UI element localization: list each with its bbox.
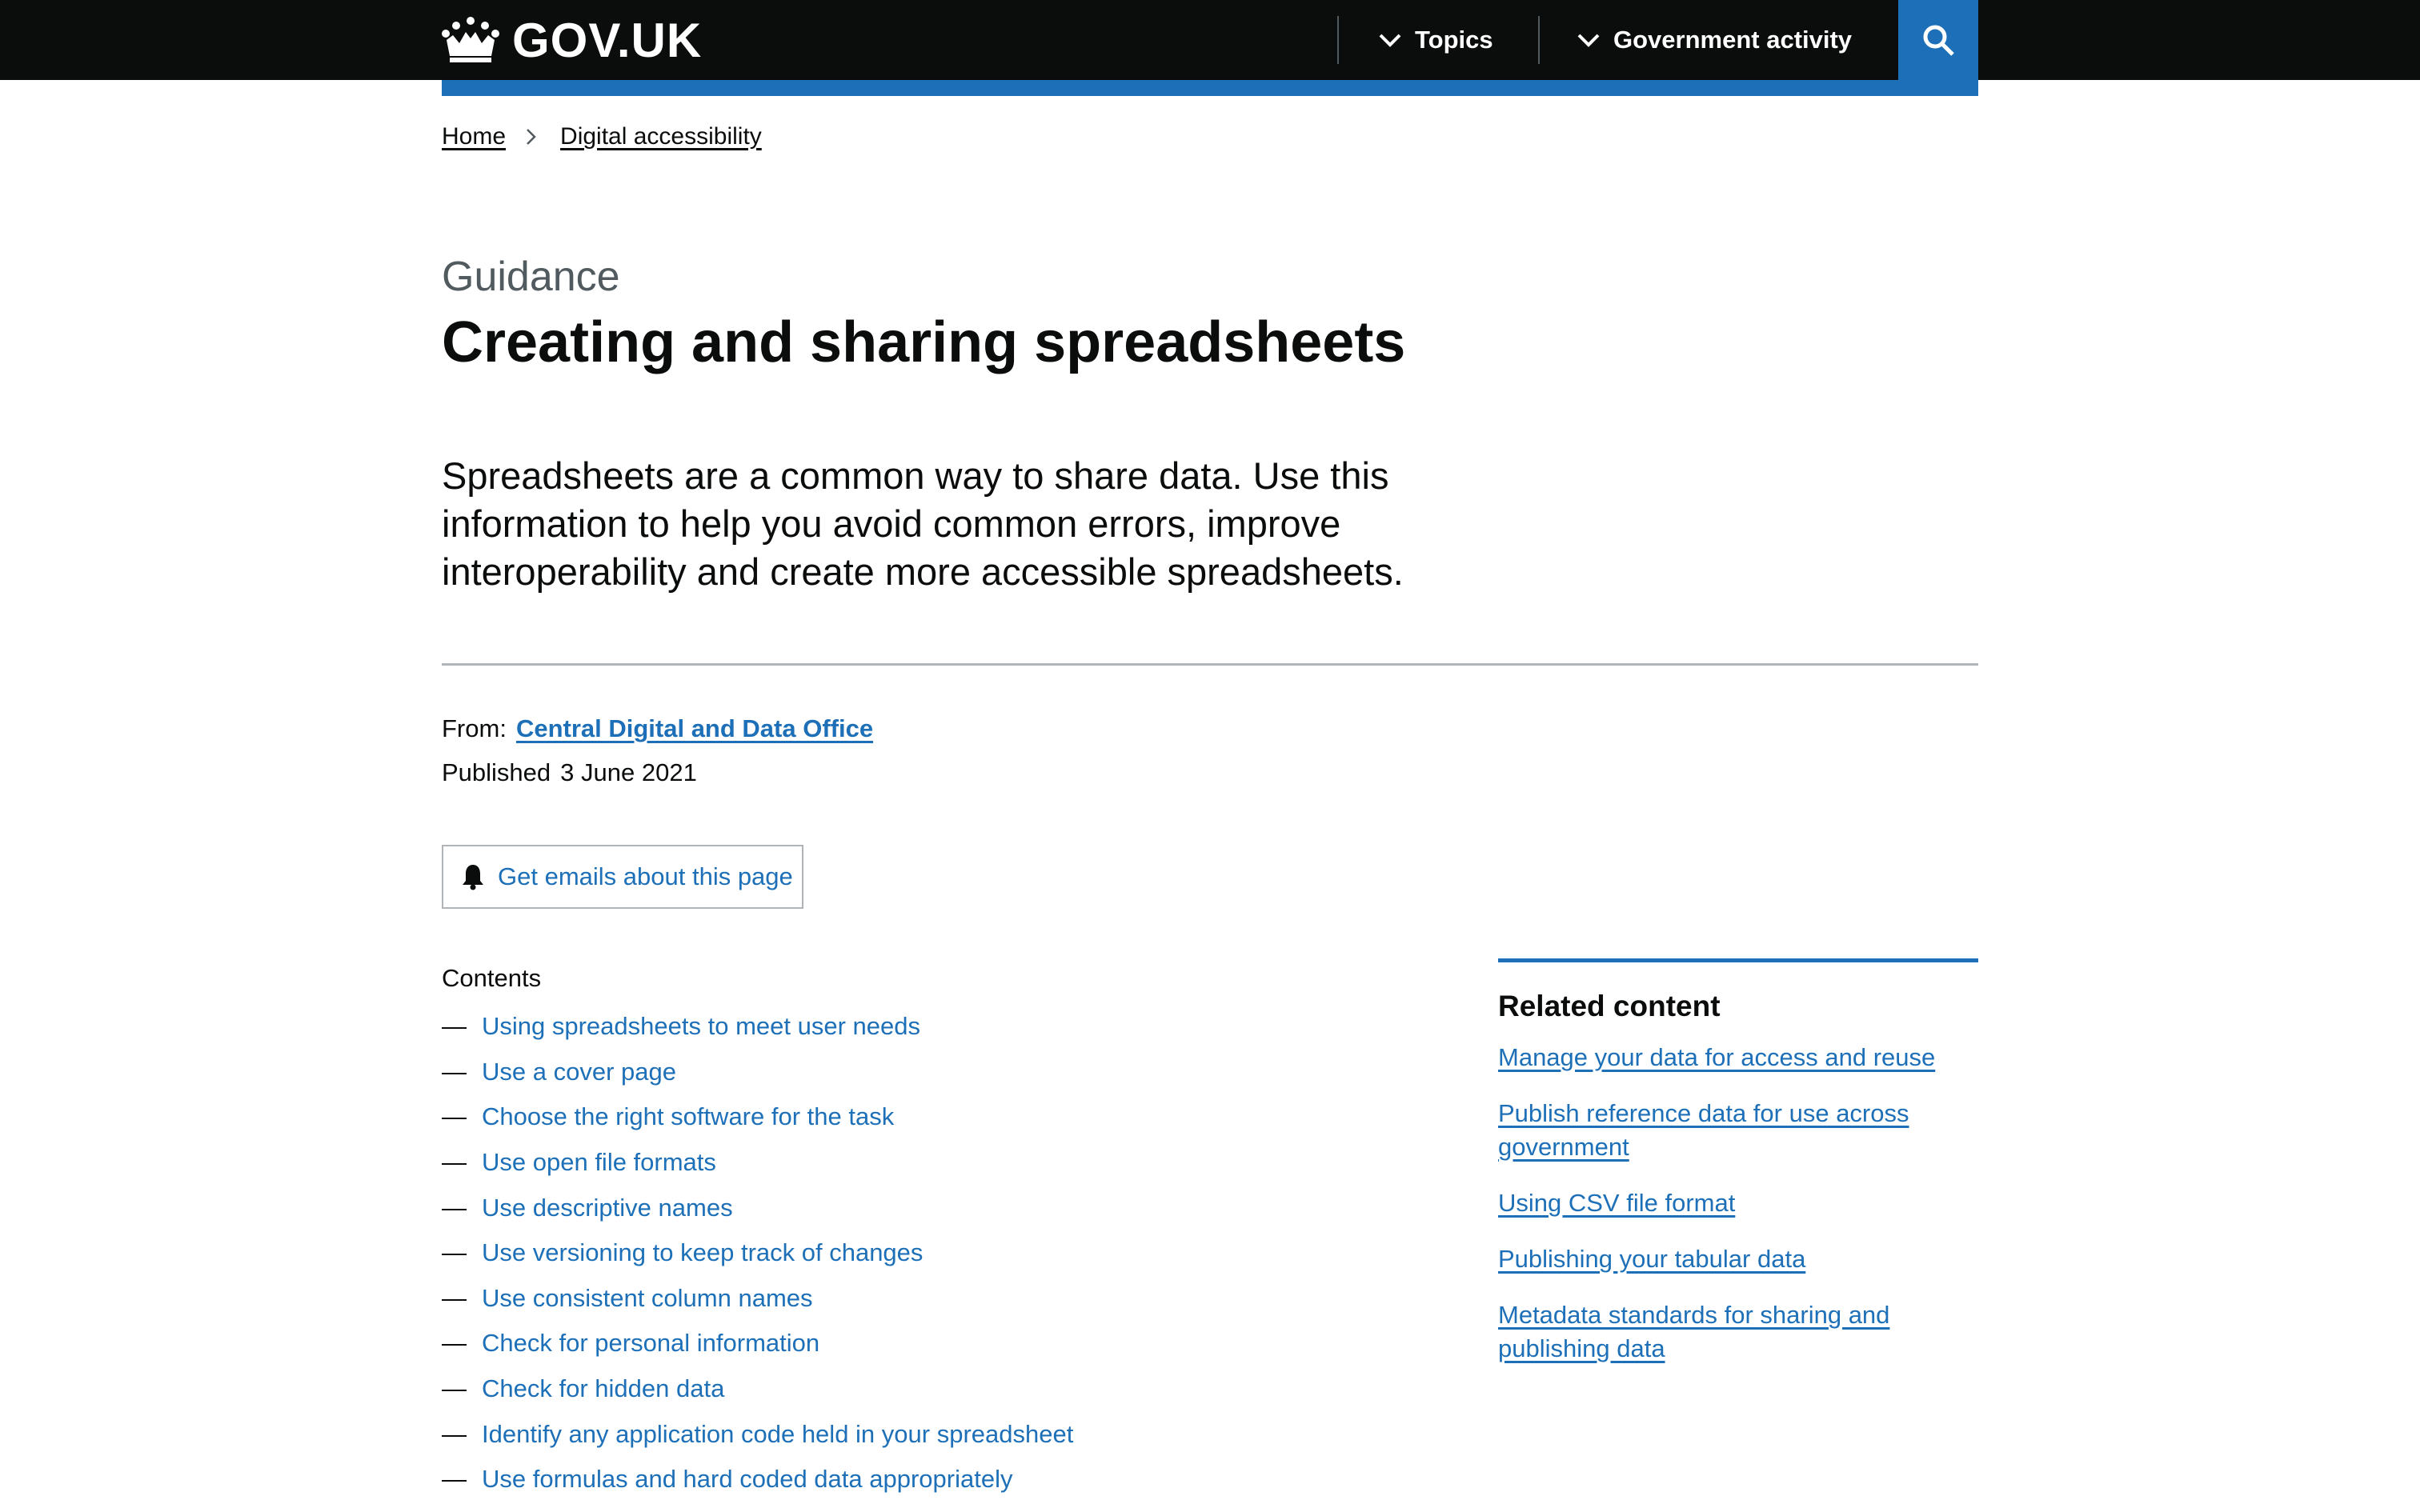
list-dash: —	[442, 1193, 467, 1222]
related-link[interactable]: Manage your data for access and reuse	[1498, 1043, 1935, 1071]
related-links-list: Manage your data for access and reuse Pu…	[1498, 1041, 1978, 1366]
contents-item: — Use formulas and hard coded data approp…	[442, 1457, 1073, 1502]
site-header: GOV.UK Topics Government activity	[0, 0, 2420, 80]
breadcrumb: Home Digital accessibility	[442, 120, 762, 154]
contents-item: — Use a cover page	[442, 1050, 1073, 1095]
metadata-published: Published 3 June 2021	[442, 758, 697, 787]
nav-divider	[1337, 16, 1339, 64]
search-icon	[1923, 25, 1954, 56]
get-emails-label: Get emails about this page	[498, 862, 793, 890]
from-label: From:	[442, 714, 507, 742]
contents-link[interactable]: Check for personal information	[482, 1329, 819, 1358]
contents-link[interactable]: Identify any application code held in yo…	[482, 1420, 1073, 1449]
published-date: 3 June 2021	[560, 758, 697, 786]
related-item: Publish reference data for use across go…	[1498, 1097, 1978, 1164]
list-dash: —	[442, 1012, 467, 1041]
contents-item: — Using spreadsheets to meet user needs	[442, 1004, 1073, 1050]
contents-link[interactable]: Choose the right software for the task	[482, 1102, 894, 1131]
crown-icon	[442, 17, 499, 62]
contents-link[interactable]: Check for hidden data	[482, 1374, 724, 1403]
list-dash: —	[442, 1465, 467, 1494]
contents-item: — Use versioning to keep track of changes	[442, 1230, 1073, 1276]
contents-item: — Use open file formats	[442, 1140, 1073, 1186]
section-divider	[442, 663, 1978, 666]
contents-item: — Check for personal information	[442, 1321, 1073, 1366]
contents-link[interactable]: Use consistent column names	[482, 1284, 813, 1313]
related-item: Metadata standards for sharing and publi…	[1498, 1298, 1978, 1366]
contents-item: — Choose the right software for the task	[442, 1094, 1073, 1140]
related-item: Manage your data for access and reuse	[1498, 1041, 1978, 1074]
list-dash: —	[442, 1283, 467, 1312]
list-dash: —	[442, 1419, 467, 1448]
contents-link[interactable]: Use versioning to keep track of changes	[482, 1238, 923, 1267]
nav-topics-label: Topics	[1415, 26, 1493, 54]
page-title: Creating and sharing spreadsheets	[442, 310, 1406, 374]
related-link[interactable]: Publishing your tabular data	[1498, 1245, 1805, 1273]
chevron-right-icon	[520, 126, 543, 148]
chevron-down-icon	[1379, 34, 1401, 47]
contents-link[interactable]: Use descriptive names	[482, 1194, 733, 1222]
nav-divider	[1538, 16, 1540, 64]
list-dash: —	[442, 1374, 467, 1403]
related-content: Related content Manage your data for acc…	[1498, 958, 1978, 1388]
logo-text: GOV.UK	[512, 13, 703, 67]
published-label: Published	[442, 758, 551, 786]
search-button[interactable]	[1898, 0, 1978, 80]
chevron-down-icon	[1577, 34, 1600, 47]
govuk-logo[interactable]: GOV.UK	[442, 11, 702, 69]
related-item: Publishing your tabular data	[1498, 1242, 1978, 1276]
list-dash: —	[442, 1057, 467, 1086]
get-emails-button[interactable]: Get emails about this page	[442, 845, 803, 909]
breadcrumb-digital-accessibility[interactable]: Digital accessibility	[560, 123, 762, 150]
contents-item: — Use consistent column names	[442, 1276, 1073, 1322]
contents-item: — Use descriptive names	[442, 1185, 1073, 1230]
nav-topics[interactable]: Topics	[1378, 0, 1493, 80]
contents-link[interactable]: Using spreadsheets to meet user needs	[482, 1012, 920, 1041]
list-dash: —	[442, 1102, 467, 1131]
bell-icon	[463, 865, 483, 890]
nav-government-activity-label: Government activity	[1613, 26, 1853, 54]
contents-link[interactable]: Use formulas and hard coded data appropr…	[482, 1465, 1012, 1494]
related-link[interactable]: Using CSV file format	[1498, 1189, 1735, 1217]
nav-government-activity[interactable]: Government activity	[1577, 0, 1852, 80]
page-caption: Guidance	[442, 254, 620, 300]
breadcrumb-home[interactable]: Home	[442, 123, 506, 150]
list-dash: —	[442, 1329, 467, 1358]
lead-paragraph: Spreadsheets are a common way to share d…	[442, 454, 1404, 593]
header-accent-bar	[442, 80, 1978, 96]
contents-link[interactable]: Use a cover page	[482, 1058, 676, 1086]
metadata-from: From: Central Digital and Data Office	[442, 714, 873, 743]
related-link[interactable]: Publish reference data for use across go…	[1498, 1099, 1909, 1161]
list-dash: —	[442, 1148, 467, 1177]
contents-heading: Contents	[442, 964, 542, 992]
related-item: Using CSV file format	[1498, 1186, 1978, 1220]
contents-list: — Using spreadsheets to meet user needs —…	[442, 1004, 1073, 1502]
from-organisation-link[interactable]: Central Digital and Data Office	[516, 714, 873, 742]
related-link[interactable]: Metadata standards for sharing and publi…	[1498, 1301, 1889, 1362]
related-content-heading: Related content	[1498, 990, 1721, 1022]
contents-link[interactable]: Use open file formats	[482, 1148, 716, 1177]
list-dash: —	[442, 1238, 467, 1267]
contents-item: — Check for hidden data	[442, 1366, 1073, 1412]
contents-item: — Identify any application code held in y…	[442, 1411, 1073, 1457]
